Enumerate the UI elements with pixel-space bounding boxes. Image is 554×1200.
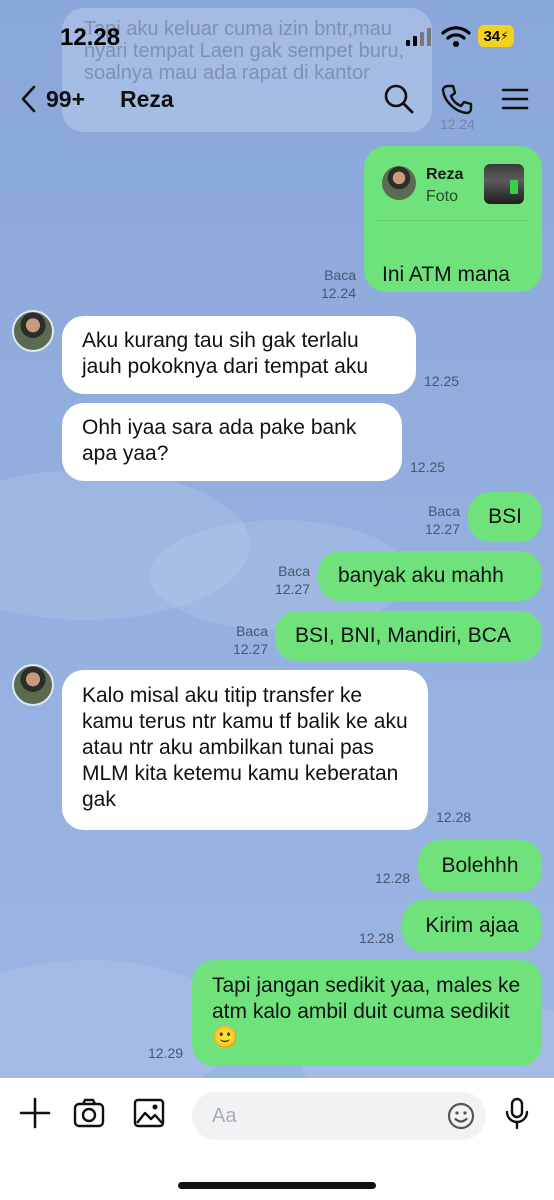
status-bar: 12.28 34 ⚡ [0, 0, 554, 70]
message-time: 12.25 [410, 459, 446, 475]
reply-message-bubble[interactable]: Reza Foto Ini ATM mana [364, 146, 542, 292]
message-time: 12.27 [232, 641, 268, 657]
message-text: BSI, BNI, Mandiri, BCA [295, 624, 511, 647]
message-bubble-outgoing[interactable]: Bolehhh [418, 840, 542, 892]
message-time: 12.25 [424, 373, 460, 389]
message-bubble-incoming[interactable]: Kalo misal aku titip transfer ke kamu te… [62, 670, 428, 830]
message-meta: Baca 12.27 [214, 622, 268, 658]
quoted-avatar [382, 166, 416, 200]
contact-name[interactable]: Reza [120, 86, 174, 113]
avatar[interactable] [12, 664, 54, 706]
message-meta: Baca 12.27 [256, 562, 310, 598]
message-text: Kalo misal aku titip transfer ke kamu te… [82, 684, 408, 811]
message-text: banyak aku mahh [338, 564, 504, 587]
message-time: 12.28 [436, 809, 472, 825]
message-time: 12.29 [148, 1045, 184, 1061]
message-text: Bolehhh [441, 854, 519, 877]
menu-icon[interactable] [498, 82, 532, 116]
message-text: Ohh iyaa sara ada pake bank apa yaa? [82, 416, 357, 465]
status-time: 12.28 [60, 24, 121, 51]
home-indicator[interactable] [178, 1182, 376, 1189]
read-receipt: Baca [428, 503, 460, 519]
chat-header: 99+ Reza [0, 70, 554, 128]
message-bubble-incoming[interactable]: Ohh iyaa sara ada pake bank apa yaa? [62, 403, 402, 481]
message-text: Ini ATM mana [382, 263, 510, 286]
avatar[interactable] [12, 310, 54, 352]
read-receipt: Baca [278, 563, 310, 579]
read-receipt: Baca [324, 267, 356, 283]
mic-icon[interactable] [500, 1096, 534, 1130]
message-bubble-outgoing[interactable]: banyak aku mahh [318, 551, 542, 601]
message-bubble-outgoing[interactable]: Tapi jangan sedikit yaa, males ke atm ka… [192, 960, 542, 1066]
message-composer [0, 1078, 554, 1200]
message-input-container [192, 1092, 486, 1140]
chevron-left-icon[interactable] [18, 84, 40, 114]
message-time: 12.27 [274, 581, 310, 597]
unread-count[interactable]: 99+ [46, 86, 85, 113]
search-icon[interactable] [382, 82, 416, 116]
camera-icon[interactable] [72, 1096, 106, 1130]
message-text: Aku kurang tau sih gak terlalu jauh poko… [82, 329, 369, 378]
message-time: 12.24 [320, 285, 356, 301]
message-text: Tapi jangan sedikit yaa, males ke atm ka… [212, 974, 521, 1049]
message-time: 12.28 [358, 930, 394, 946]
message-bubble-outgoing[interactable]: Kirim ajaa [402, 900, 542, 952]
emoji-icon[interactable] [446, 1101, 476, 1131]
message-input[interactable] [212, 1092, 442, 1140]
message-bubble-outgoing[interactable]: BSI, BNI, Mandiri, BCA [275, 611, 542, 661]
quote-divider [376, 220, 530, 221]
plus-icon[interactable] [18, 1096, 52, 1130]
message-text: BSI [488, 505, 522, 528]
message-bubble-outgoing[interactable]: BSI [468, 492, 542, 542]
message-bubble-incoming[interactable]: Aku kurang tau sih gak terlalu jauh poko… [62, 316, 416, 394]
cellular-signal-icon [406, 28, 431, 46]
message-meta: Baca 12.24 [300, 266, 356, 302]
read-receipt: Baca [236, 623, 268, 639]
message-text: Kirim ajaa [425, 914, 519, 937]
wifi-icon [441, 26, 471, 47]
quoted-photo-thumbnail[interactable] [484, 164, 524, 204]
phone-icon[interactable] [440, 82, 474, 116]
image-icon[interactable] [132, 1096, 166, 1130]
battery-indicator: 34 ⚡ [478, 25, 514, 47]
quoted-sender: Reza [426, 166, 464, 183]
message-meta: Baca 12.27 [406, 502, 460, 538]
message-time: 12.28 [374, 870, 410, 886]
quoted-type: Foto [426, 188, 459, 205]
message-time: 12.27 [424, 521, 460, 537]
